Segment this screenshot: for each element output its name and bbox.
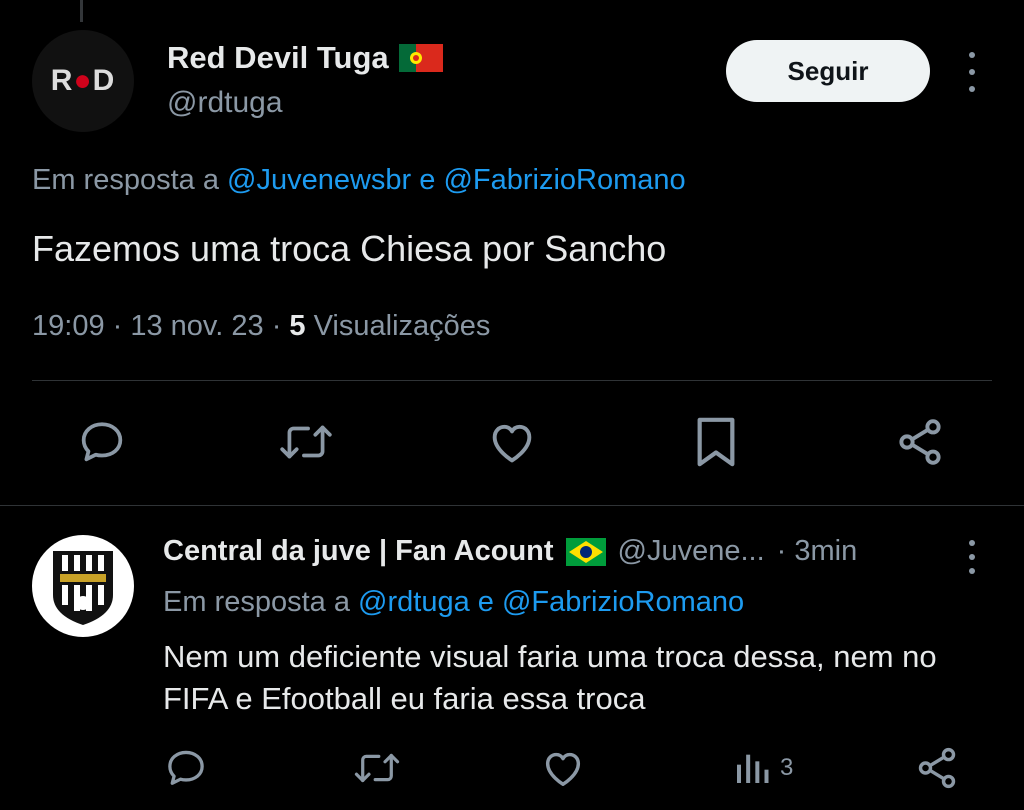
user-handle[interactable]: @rdtuga <box>167 86 283 120</box>
timestamp[interactable]: 19:09 · 13 nov. 23 · <box>32 310 289 342</box>
tweet-actions <box>0 412 1024 482</box>
user-handle[interactable]: @Juvene... <box>618 535 765 568</box>
reply-prefix: Em resposta a <box>163 586 359 618</box>
reply-context: Em resposta a @rdtuga e @FabrizioRomano <box>163 586 744 619</box>
timestamp[interactable]: · 3min <box>777 535 858 568</box>
divider <box>32 380 992 381</box>
avatar-logo: R●D <box>50 64 116 97</box>
avatar[interactable]: R●D <box>32 30 134 132</box>
views-button[interactable]: 3 <box>732 740 793 796</box>
reply-icon[interactable] <box>72 412 132 472</box>
like-icon[interactable] <box>540 740 586 796</box>
brazil-flag-icon <box>565 537 606 566</box>
reply-header: Central da juve | Fan Acount @Juvene... … <box>163 535 857 568</box>
portugal-flag-icon <box>398 44 443 72</box>
retweet-icon[interactable] <box>276 412 336 472</box>
reply-prefix: Em resposta a <box>32 164 228 196</box>
views-count: 3 <box>780 754 794 781</box>
thread-line <box>80 0 83 22</box>
divider <box>0 505 1024 506</box>
reply-actions: 3 <box>0 740 1024 800</box>
tweet-text: Fazemos uma troca Chiesa por Sancho <box>32 228 667 269</box>
bookmark-icon[interactable] <box>686 412 746 472</box>
retweet-icon[interactable] <box>352 740 402 796</box>
tweet-text: Nem um deficiente visual faria uma troca… <box>163 639 937 716</box>
avatar[interactable] <box>32 535 134 637</box>
display-name[interactable]: Red Devil Tuga <box>167 40 389 76</box>
analytics-icon <box>737 754 769 783</box>
reply-icon[interactable] <box>164 740 208 796</box>
share-icon[interactable] <box>890 412 950 472</box>
reply-context: Em resposta a @Juvenewsbr e @FabrizioRom… <box>32 164 686 197</box>
views-count: 5 <box>289 310 306 342</box>
reply-mentions[interactable]: @rdtuga e @FabrizioRomano <box>358 586 744 618</box>
display-name[interactable]: Central da juve | Fan Acount <box>163 535 554 568</box>
more-options-icon[interactable] <box>958 52 986 92</box>
more-options-icon[interactable] <box>960 540 984 574</box>
views-label: Visualizações <box>305 310 491 342</box>
club-crest-icon <box>53 551 113 625</box>
tweet-meta: 19:09 · 13 nov. 23 · 5 Visualizações <box>32 310 490 343</box>
user-name-row: Red Devil Tuga <box>167 40 443 76</box>
reply-mentions[interactable]: @Juvenewsbr e @FabrizioRomano <box>227 164 686 196</box>
share-icon[interactable] <box>914 740 960 796</box>
follow-button[interactable]: Seguir <box>726 40 930 102</box>
like-icon[interactable] <box>482 412 542 472</box>
